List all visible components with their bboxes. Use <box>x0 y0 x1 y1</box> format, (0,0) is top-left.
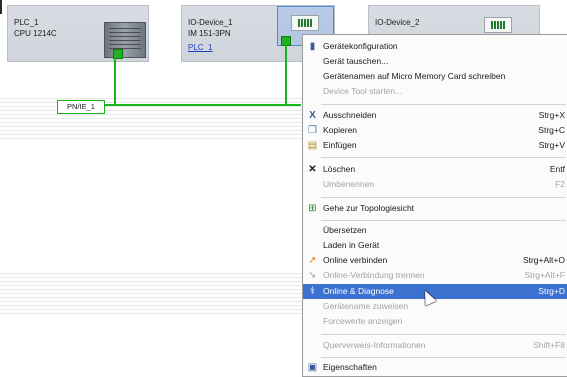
menu-item-go-offline: ➘ Online-Verbindung trennen Strg+Alt+F <box>308 270 565 281</box>
topology-icon: ⊞ <box>308 203 317 214</box>
menu-separator <box>321 334 566 335</box>
online-connect-icon: ➚ <box>308 255 317 266</box>
properties-icon: ▣ <box>307 362 318 373</box>
menu-item-write-device-name-mmc[interactable]: Gerätenamen auf Micro Memory Card schrei… <box>303 69 567 84</box>
menu-item-go-online[interactable]: ➚ Online verbinden Strg+Alt+O <box>303 253 567 268</box>
canvas-marker <box>0 0 2 14</box>
device-name: PLC_1 <box>14 18 39 27</box>
online-disconnect-icon: ➘ <box>308 270 317 281</box>
menu-item-properties[interactable]: ▣ Eigenschaften <box>303 360 567 375</box>
menu-separator <box>321 197 566 198</box>
menu-item-cut[interactable]: X Ausschneiden Strg+X <box>303 108 567 123</box>
delete-icon: ✕ <box>308 164 317 175</box>
menu-separator <box>321 157 566 158</box>
menu-item-download-to-device[interactable]: Laden in Gerät <box>303 238 567 253</box>
network-label[interactable]: PN/IE_1 <box>57 100 105 114</box>
menu-item-replace-device[interactable]: Gerät tauschen... <box>303 54 567 69</box>
menu-item-rename: Umbenennen F2 <box>323 179 565 189</box>
device-name: IO-Device_2 <box>375 18 420 27</box>
menu-item-show-force-values: Forcewerte anzeigen <box>323 316 403 326</box>
menu-item-online-diagnostics[interactable]: ⚕ Online & Diagnose Strg+D <box>303 284 567 299</box>
paste-icon: ▤ <box>307 140 318 151</box>
cut-icon: X <box>309 110 316 121</box>
menu-item-copy[interactable]: ❐ Kopieren Strg+C <box>303 123 567 138</box>
menu-separator <box>321 220 566 221</box>
menu-item-compile[interactable]: Übersetzen <box>303 223 567 238</box>
menu-item-start-device-tool: Device Tool starten... <box>323 86 403 96</box>
menu-item-device-configuration[interactable]: ▮ Gerätekonfiguration <box>303 39 567 54</box>
io-module-icon <box>291 15 319 31</box>
assigned-controller-link[interactable]: PLC_1 <box>188 43 212 53</box>
network-line-bus <box>103 104 301 106</box>
device-name: IO-Device_1 <box>188 18 233 27</box>
context-menu: ▮ Gerätekonfiguration Gerät tauschen... … <box>302 34 567 377</box>
menu-separator <box>321 104 566 105</box>
device-plc-1[interactable]: PLC_1 CPU 1214C <box>7 5 149 62</box>
menu-item-go-to-topology-view[interactable]: ⊞ Gehe zur Topologiesicht <box>303 201 567 216</box>
menu-separator <box>321 357 566 358</box>
network-line-io-drop <box>285 45 287 105</box>
device-config-icon: ▮ <box>309 41 316 52</box>
menu-item-cross-reference-info: Querverweis-Informationen Shift+F8 <box>323 340 565 350</box>
device-type: CPU 1214C <box>14 29 57 38</box>
plc-module <box>104 22 146 58</box>
io-module-icon <box>484 17 512 33</box>
copy-icon: ❐ <box>308 125 317 136</box>
device-type: IM 151-3PN <box>188 29 231 38</box>
network-line-plc-drop <box>114 56 116 105</box>
diagnose-icon: ⚕ <box>309 286 316 297</box>
menu-item-paste[interactable]: ▤ Einfügen Strg+V <box>303 138 567 153</box>
menu-item-delete[interactable]: ✕ Löschen Entf <box>303 162 567 177</box>
